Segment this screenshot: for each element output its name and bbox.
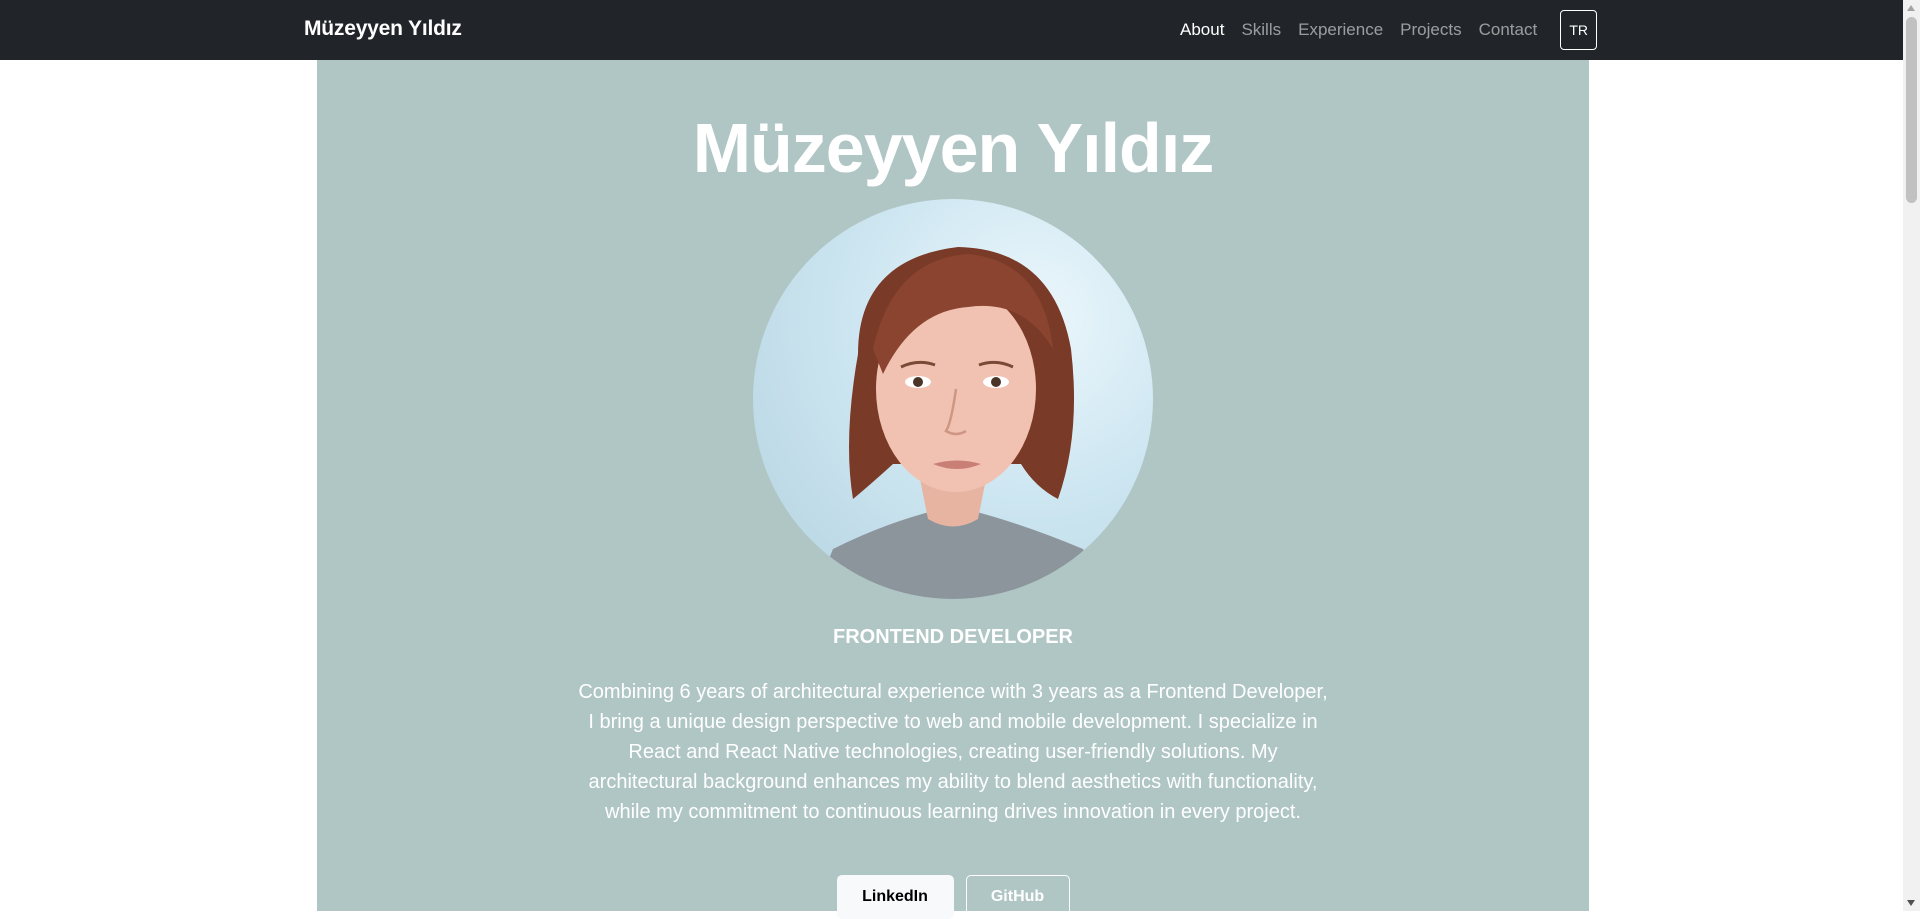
scroll-down-arrow-icon[interactable] bbox=[1907, 900, 1915, 906]
nav-link-about[interactable]: About bbox=[1180, 20, 1224, 40]
nav-links: About Skills Experience Projects Contact… bbox=[1180, 0, 1903, 60]
bio-line: I bring a unique design perspective to w… bbox=[588, 711, 1318, 733]
bio-line: while my commitment to continuous learni… bbox=[605, 801, 1301, 823]
nav-link-contact[interactable]: Contact bbox=[1479, 20, 1538, 40]
bio-line: Combining 6 years of architectural exper… bbox=[578, 681, 1328, 703]
profile-photo-illustration bbox=[813, 247, 1103, 599]
nav-link-projects[interactable]: Projects bbox=[1400, 20, 1461, 40]
hero-title: Müzeyyen Yıldız bbox=[692, 109, 1215, 187]
social-buttons: LinkedIn GitHub bbox=[317, 875, 1589, 919]
bio-line: architectural background enhances my abi… bbox=[588, 771, 1318, 793]
top-navbar: Müzeyyen Yıldız About Skills Experience … bbox=[0, 0, 1903, 60]
profile-photo bbox=[753, 199, 1153, 599]
role-title: FRONTEND DEVELOPER bbox=[832, 626, 1074, 648]
bio-paragraph: Combining 6 years of architectural exper… bbox=[542, 677, 1364, 827]
github-button[interactable]: GitHub bbox=[965, 875, 1070, 919]
nav-link-experience[interactable]: Experience bbox=[1298, 20, 1383, 40]
nav-link-skills[interactable]: Skills bbox=[1241, 20, 1281, 40]
brand-link[interactable]: Müzeyyen Yıldız bbox=[304, 17, 462, 41]
hero-section: Müzeyyen Yıldız FRONTEND DEVELOPER Combi… bbox=[317, 60, 1589, 919]
scroll-up-arrow-icon[interactable] bbox=[1907, 5, 1915, 11]
bio-line: React and React Native technologies, cre… bbox=[628, 741, 1278, 763]
language-toggle-button[interactable]: TR bbox=[1560, 10, 1598, 50]
linkedin-button[interactable]: LinkedIn bbox=[836, 875, 954, 919]
page-scrollbar[interactable] bbox=[1903, 0, 1920, 911]
scroll-thumb[interactable] bbox=[1906, 17, 1917, 203]
